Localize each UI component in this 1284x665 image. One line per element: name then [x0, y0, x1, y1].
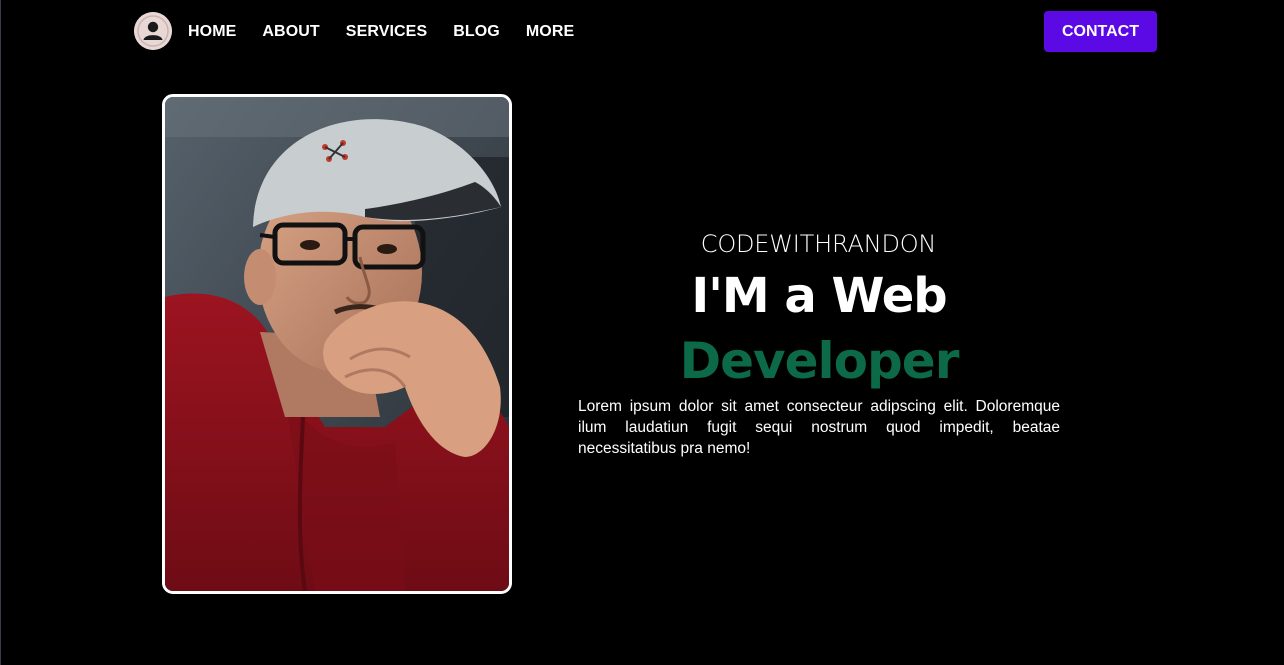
nav-link-blog[interactable]: BLOG — [453, 22, 500, 42]
nav-link-about[interactable]: ABOUT — [262, 22, 319, 42]
nav-link-services[interactable]: SERVICES — [346, 22, 427, 42]
page: HOME ABOUT SERVICES BLOG MORE CONTACT CO… — [0, 0, 1284, 665]
headline-accent: Developer — [679, 332, 960, 390]
nav-link-home[interactable]: HOME — [188, 22, 236, 42]
profile-photo — [162, 94, 512, 594]
bio-paragraph: Lorem ipsum dolor sit amet consecteur ad… — [578, 398, 1060, 457]
navbar: HOME ABOUT SERVICES BLOG MORE CONTACT — [1, 0, 1284, 64]
headline: I'M a Web — [691, 268, 947, 324]
nav-links: HOME ABOUT SERVICES BLOG MORE — [188, 22, 600, 42]
nav-link-more[interactable]: MORE — [526, 22, 574, 42]
user-avatar-icon[interactable] — [134, 12, 172, 50]
brand-kicker: CODEWITHRANDON — [700, 230, 937, 258]
contact-button[interactable]: CONTACT — [1044, 11, 1157, 52]
hero-text: CODEWITHRANDON I'M a Web Developer Lorem… — [578, 228, 1060, 459]
